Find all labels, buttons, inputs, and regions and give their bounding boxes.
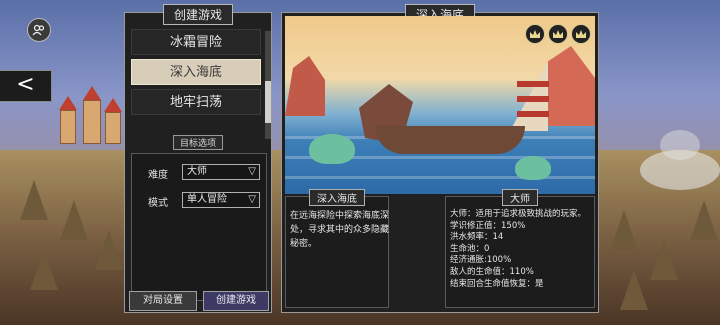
options-box: 难度 大师 ▽ 模式 单人冒险 ▽ [131, 153, 267, 301]
scrollbar-thumb[interactable] [265, 81, 271, 123]
mode-scrollbar[interactable] [265, 31, 271, 139]
background-tree [690, 200, 718, 240]
background-tree [20, 180, 48, 220]
back-arrow-icon: < [16, 72, 35, 97]
sea-monster [515, 156, 551, 180]
back-button[interactable]: < [0, 70, 52, 102]
badge-group [525, 24, 591, 44]
mode-select[interactable]: 单人冒险 ▽ [182, 192, 260, 208]
background-fog [640, 150, 720, 190]
difficulty-title: 大师 [502, 189, 538, 206]
scenario-illustration [285, 16, 595, 194]
background-tree [610, 210, 638, 250]
difficulty-box: 大师 大师：适用于追求极致挑战的玩家。 学识修正值：150% 洪水频率：14 生… [445, 189, 596, 308]
create-game-panel: 创建游戏 冰霜冒险 深入海底 地牢扫荡 目标选项 难度 大师 ▽ 模式 单人冒险… [124, 4, 272, 313]
cliff [285, 56, 325, 116]
background-tree [620, 270, 648, 310]
difficulty-select[interactable]: 大师 ▽ [182, 164, 260, 180]
sea-monster [309, 134, 355, 164]
difficulty-line: 经济通胀:100% [450, 255, 512, 266]
viking-ship [345, 56, 549, 166]
background-tree [30, 250, 58, 290]
chevron-down-icon: ▽ [248, 166, 256, 177]
mode-label: 模式 [148, 198, 168, 209]
difficulty-details: 大师：适用于追求极致挑战的玩家。 学识修正值：150% 洪水频率：14 生命池：… [450, 209, 596, 290]
scenario-panel: 深入海底 深入海底 在远海探险中探索海底深处，寻求其中的众多隐藏秘密。 大师 大… [281, 4, 599, 313]
difficulty-label: 难度 [148, 170, 168, 181]
background-tree [60, 200, 88, 240]
mode-list: 冰霜冒险 深入海底 地牢扫荡 [131, 29, 261, 119]
background-tree [650, 240, 678, 280]
difficulty-line: 洪水频率：14 [450, 232, 504, 243]
difficulty-line: 学识修正值：150% [450, 220, 526, 231]
difficulty-line: 敌人的生命值：110% [450, 266, 534, 277]
panel-title: 创建游戏 [162, 4, 234, 25]
crown-badge-icon [571, 24, 591, 44]
background-castle [55, 80, 125, 150]
difficulty-line: 结束回合生命值恢复：是 [450, 278, 544, 289]
crown-badge-icon [525, 24, 545, 44]
difficulty-line: 生命池：0 [450, 243, 490, 254]
chevron-down-icon: ▽ [248, 194, 256, 205]
difficulty-value: 大师 [187, 166, 207, 177]
difficulty-line: 大师：适用于追求极致挑战的玩家。 [450, 209, 587, 219]
description-title: 深入海底 [309, 189, 365, 206]
description-box: 深入海底 在远海探险中探索海底深处，寻求其中的众多隐藏秘密。 [285, 189, 390, 308]
crown-badge-icon [548, 24, 568, 44]
profile-button[interactable] [27, 18, 51, 42]
difficulty-row: 难度 大师 ▽ [132, 164, 262, 182]
background-tree [95, 230, 123, 270]
match-settings-button[interactable]: 对局设置 [129, 291, 197, 311]
mode-row: 模式 单人冒险 ▽ [132, 192, 262, 210]
mode-item-selected[interactable]: 深入海底 [131, 59, 261, 85]
description-text: 在远海探险中探索海底深处，寻求其中的众多隐藏秘密。 [290, 211, 390, 249]
create-game-button[interactable]: 创建游戏 [203, 291, 269, 311]
section-label: 目标选项 [172, 135, 224, 150]
mode-value: 单人冒险 [187, 194, 227, 205]
mode-item[interactable]: 地牢扫荡 [131, 89, 261, 115]
user-icon [32, 24, 45, 36]
mode-item[interactable]: 冰霜冒险 [131, 29, 261, 55]
